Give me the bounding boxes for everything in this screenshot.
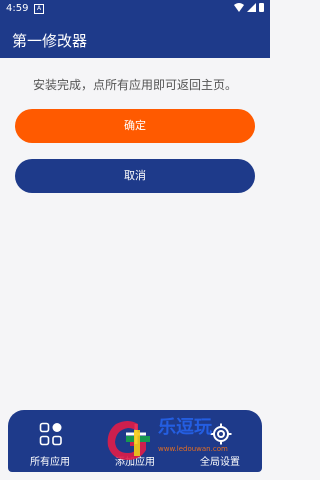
page-title: 第一修改器 <box>12 32 88 50</box>
watermark-logo: 乐逗玩 www.ledouwan.com <box>100 410 250 472</box>
signal-icon <box>247 3 256 12</box>
battery-icon <box>259 3 264 12</box>
watermark-text: 乐逗玩 <box>158 417 212 438</box>
apps-grid-icon <box>39 422 62 446</box>
notification-a-icon: A <box>34 4 44 14</box>
install-complete-message: 安装完成，点所有应用即可返回主页。 <box>32 78 237 92</box>
cancel-button[interactable]: 取消 <box>15 159 255 193</box>
nav-item-all-apps[interactable]: 所有应用 <box>8 410 92 472</box>
nav-label-all-apps: 所有应用 <box>30 457 70 468</box>
status-bar: 4:59 A <box>0 0 270 18</box>
watermark-site: www.ledouwan.com <box>158 445 228 453</box>
wifi-icon <box>234 3 244 12</box>
status-icons <box>234 3 264 12</box>
watermark-g-logo-icon <box>107 421 150 460</box>
confirm-button[interactable]: 确定 <box>15 109 255 143</box>
status-time: 4:59 <box>6 3 29 14</box>
app-bar: 4:59 A 第一修改器 <box>0 0 270 58</box>
